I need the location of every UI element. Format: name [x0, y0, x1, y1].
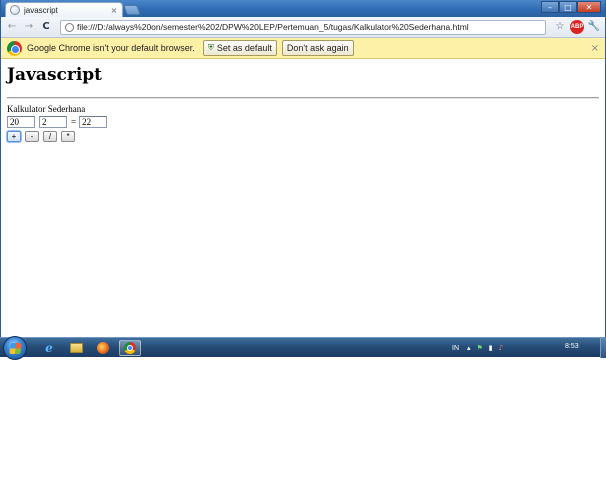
clock[interactable]: 8:53: [565, 343, 579, 350]
set-as-default-button[interactable]: ⛨ Set as default: [202, 40, 277, 56]
wrench-icon[interactable]: 🔧: [587, 20, 601, 34]
taskbar-windows-explorer[interactable]: [65, 340, 87, 356]
new-tab-button[interactable]: [123, 5, 141, 15]
set-as-default-label: Set as default: [216, 43, 272, 53]
add-button[interactable]: +: [7, 131, 21, 142]
start-button[interactable]: [3, 336, 27, 360]
forward-icon[interactable]: →: [22, 20, 36, 34]
tab-favicon-icon: [10, 5, 20, 15]
calculator-inputs: =: [7, 116, 599, 128]
reload-icon[interactable]: C: [39, 20, 53, 34]
url-text[interactable]: file:///D:/always%20on/semester%202/DPW%…: [77, 22, 469, 32]
first-number-input[interactable]: [7, 116, 35, 128]
close-window-button[interactable]: ✕: [577, 1, 601, 13]
subtract-button[interactable]: -: [25, 131, 39, 142]
volume-icon[interactable]: ♪: [499, 344, 503, 352]
action-center-icon[interactable]: ⚑: [477, 344, 483, 352]
network-icon[interactable]: ▮: [489, 344, 493, 352]
tray-overflow-icon[interactable]: ▴: [467, 344, 471, 352]
shield-icon: ⛨: [207, 43, 214, 52]
dont-ask-again-button[interactable]: Don't ask again: [281, 40, 354, 56]
divide-button[interactable]: /: [43, 131, 57, 142]
browser-window: javascript × – □ ✕ ← → C file:///D:/alwa…: [0, 0, 606, 357]
system-tray: IN ▴ ⚑ ▮ ♪: [452, 338, 509, 358]
result-input[interactable]: [79, 116, 108, 128]
title-bar: javascript × – □ ✕: [1, 0, 605, 17]
star-icon[interactable]: ☆: [553, 20, 567, 34]
equals-sign: =: [71, 117, 77, 127]
tab-title: javascript: [24, 5, 58, 15]
chrome-icon: [124, 342, 136, 354]
back-icon[interactable]: ←: [5, 20, 19, 34]
browser-toolbar: ← → C file:///D:/always%20on/semester%20…: [1, 17, 605, 38]
minimize-button[interactable]: –: [541, 1, 559, 13]
address-bar[interactable]: file:///D:/always%20on/semester%202/DPW%…: [60, 19, 546, 35]
infobar-close-icon[interactable]: ×: [591, 43, 599, 54]
taskbar-firefox[interactable]: [92, 340, 114, 356]
show-desktop-button[interactable]: [600, 338, 606, 358]
operator-buttons: + - / *: [7, 131, 599, 142]
language-indicator[interactable]: IN: [452, 345, 459, 352]
divider: [7, 97, 599, 99]
folder-icon: [69, 343, 83, 353]
taskbar: e IN ▴ ⚑ ▮ ♪ 8:53: [0, 336, 606, 360]
firefox-icon: [97, 342, 109, 354]
taskbar-chrome[interactable]: [119, 340, 141, 356]
tab-close-icon[interactable]: ×: [110, 6, 118, 15]
page-icon: [65, 22, 74, 32]
taskbar-internet-explorer[interactable]: e: [38, 340, 60, 356]
adblock-icon[interactable]: ABP: [570, 20, 584, 34]
maximize-button[interactable]: □: [559, 1, 577, 13]
tab-javascript[interactable]: javascript ×: [5, 2, 123, 17]
calculator-title: Kalkulator Sederhana: [7, 104, 86, 114]
multiply-button[interactable]: *: [61, 131, 75, 142]
infobar-message: Google Chrome isn't your default browser…: [27, 43, 195, 53]
page-content: Javascript Kalkulator Sederhana = + - / …: [1, 60, 605, 337]
chrome-logo-icon: [7, 40, 22, 56]
internet-explorer-icon: e: [45, 341, 53, 355]
dont-ask-again-label: Don't ask again: [286, 43, 349, 53]
default-browser-infobar: Google Chrome isn't your default browser…: [1, 38, 605, 59]
window-controls: – □ ✕: [541, 1, 601, 14]
page-heading: Javascript: [7, 65, 103, 85]
windows-logo-icon: [9, 343, 22, 354]
second-number-input[interactable]: [39, 116, 67, 128]
